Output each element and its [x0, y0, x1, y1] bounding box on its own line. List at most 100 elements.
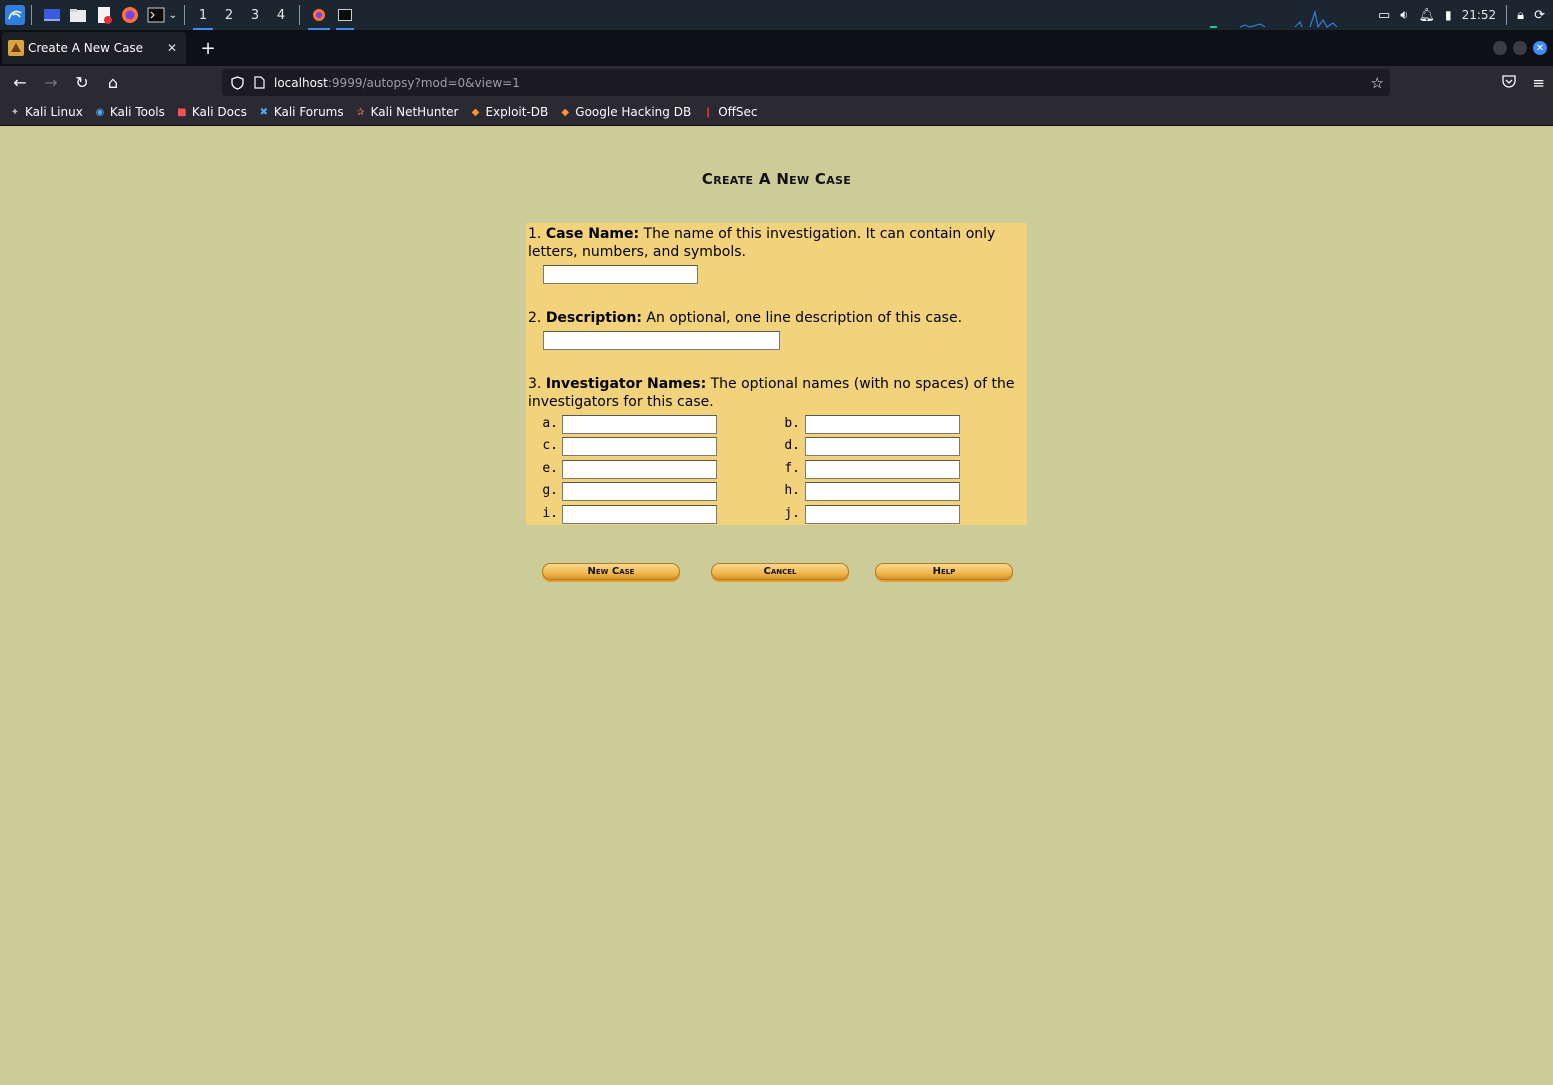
bookmark-kali-linux[interactable]: ✦ Kali Linux: [8, 105, 83, 119]
description-text: An optional, one line description of thi…: [646, 310, 963, 326]
page-title: Create A New Case: [701, 170, 852, 188]
url-host: localhost: [274, 75, 328, 90]
page-content: Create A New Case 1. Case Name: The name…: [0, 126, 1553, 1085]
pocket-icon[interactable]: [1502, 74, 1517, 92]
workspace-2[interactable]: 2: [216, 0, 242, 30]
investigator-j-input[interactable]: [805, 505, 960, 524]
workspace-3[interactable]: 3: [242, 0, 268, 30]
file-manager-icon[interactable]: [67, 4, 89, 26]
investigator-e-label: e.: [542, 461, 558, 476]
taskbar-firefox-window[interactable]: [305, 0, 333, 30]
investigator-b-input[interactable]: [805, 415, 960, 434]
investigator-i-label: i.: [542, 506, 558, 521]
taskbar-separator: [184, 5, 185, 25]
investigator-b-label: b.: [784, 416, 800, 431]
terminal-icon[interactable]: [145, 4, 167, 26]
investigator-d-label: d.: [784, 438, 800, 453]
browser-tab-strip: Create A New Case ✕ +: [0, 30, 1553, 66]
bookmarks-bar: ✦ Kali Linux ◉ Kali Tools ■ Kali Docs ✖ Kali…: [0, 99, 1553, 126]
investigator-g-label: g.: [542, 483, 558, 498]
bookmark-label: Kali Tools: [109, 105, 165, 119]
case-name-input[interactable]: [543, 265, 698, 284]
investigator-e-input[interactable]: [562, 460, 717, 479]
bookmark-kali-nethunter[interactable]: ✰ Kali NetHunter: [354, 105, 459, 119]
show-desktop-icon[interactable]: [41, 4, 63, 26]
firefox-icon[interactable]: [119, 4, 141, 26]
investigator-a-input[interactable]: [562, 415, 717, 434]
url-bar[interactable]: localhost:9999/autopsy?mod=0&view=1 ☆: [222, 69, 1390, 96]
ghdb-icon: ◆: [561, 106, 570, 118]
investigator-h-label: h.: [784, 483, 800, 498]
case-name-number: 1.: [528, 226, 542, 242]
investigator-h-input[interactable]: [805, 482, 960, 501]
kali-forums-icon: ✖: [259, 106, 269, 118]
bookmark-kali-forums[interactable]: ✖ Kali Forums: [257, 105, 344, 119]
kali-dragon-icon: ✦: [10, 106, 20, 118]
bookmark-star-icon[interactable]: ☆: [1371, 74, 1384, 92]
close-tab-icon[interactable]: ✕: [164, 41, 180, 55]
display-icon[interactable]: ▭: [1378, 8, 1390, 23]
workspace-1[interactable]: 1: [190, 0, 216, 30]
investigator-c-input[interactable]: [562, 437, 717, 456]
new-case-button[interactable]: New Case: [542, 563, 680, 580]
desktop-taskbar: ⌄ 1 2 3 4 ▭ 🔉︎ 🔔︎ ▮ 21:52 🔒︎ ⟳: [0, 0, 1553, 30]
bookmark-label: Kali Docs: [191, 105, 247, 119]
case-name-label: Case Name:: [545, 226, 640, 242]
bookmark-label: Kali NetHunter: [370, 105, 459, 119]
investigator-d-input[interactable]: [805, 437, 960, 456]
minimize-button[interactable]: [1493, 41, 1507, 55]
volume-icon[interactable]: 🔉︎: [1400, 8, 1408, 23]
investigator-a-label: a.: [542, 416, 558, 431]
text-editor-icon[interactable]: [93, 4, 115, 26]
notification-bell-icon[interactable]: 🔔︎: [1418, 8, 1435, 23]
home-button[interactable]: ⌂: [99, 69, 127, 97]
workspace-4[interactable]: 4: [268, 0, 294, 30]
bookmark-offsec[interactable]: ❙ OffSec: [701, 105, 758, 119]
help-button[interactable]: Help: [875, 563, 1013, 580]
exploit-db-icon: ◆: [471, 106, 480, 118]
taskbar-terminal-window[interactable]: [333, 0, 357, 30]
menu-hamburger-icon[interactable]: ≡: [1532, 74, 1545, 92]
close-window-button[interactable]: ✕: [1533, 41, 1547, 55]
description-input[interactable]: [543, 331, 780, 350]
battery-icon[interactable]: ▮: [1445, 8, 1452, 22]
taskbar-separator: [299, 5, 300, 25]
investigator-i-input[interactable]: [562, 505, 717, 524]
back-button[interactable]: ←: [6, 69, 34, 97]
shield-icon[interactable]: [230, 75, 244, 90]
description-instructions: 2. Description: An optional, one line de…: [528, 309, 1023, 327]
kali-tools-icon: ◉: [95, 106, 105, 118]
tab-create-new-case[interactable]: Create A New Case ✕: [2, 32, 186, 64]
lock-icon[interactable]: 🔒︎: [1517, 8, 1524, 23]
description-label: Description:: [545, 310, 642, 326]
new-tab-button[interactable]: +: [198, 38, 218, 59]
bookmark-label: Exploit-DB: [485, 105, 549, 119]
investigators-label: Investigator Names:: [545, 376, 707, 392]
taskbar-separator: [31, 5, 32, 25]
investigator-f-input[interactable]: [805, 460, 960, 479]
bookmark-label: Google Hacking DB: [575, 105, 692, 119]
network-graph: [1210, 9, 1338, 28]
bookmark-kali-tools[interactable]: ◉ Kali Tools: [93, 105, 165, 119]
maximize-button[interactable]: [1513, 41, 1527, 55]
cancel-button[interactable]: Cancel: [711, 563, 849, 580]
page-info-icon[interactable]: [252, 76, 266, 90]
investigator-j-label: j.: [784, 506, 800, 521]
bookmark-kali-docs[interactable]: ■ Kali Docs: [175, 105, 247, 119]
power-icon[interactable]: ⟳: [1534, 8, 1545, 23]
clock[interactable]: 21:52: [1462, 8, 1497, 22]
investigator-g-input[interactable]: [562, 482, 717, 501]
bookmark-exploit-db[interactable]: ◆ Exploit-DB: [468, 105, 549, 119]
bookmark-google-hacking-db[interactable]: ◆ Google Hacking DB: [558, 105, 691, 119]
chevron-down-icon[interactable]: ⌄: [167, 4, 179, 26]
reload-button[interactable]: ↻: [68, 69, 96, 97]
investigator-f-label: f.: [784, 461, 800, 476]
investigators-instructions: 3. Investigator Names: The optional name…: [528, 375, 1023, 411]
taskbar-separator: [1506, 5, 1508, 25]
bookmark-label: OffSec: [718, 105, 758, 119]
forward-button[interactable]: →: [37, 69, 65, 97]
bookmark-label: Kali Linux: [25, 105, 83, 119]
investigators-number: 3.: [528, 376, 542, 392]
kali-menu-icon[interactable]: [4, 4, 26, 26]
description-number: 2.: [528, 310, 542, 326]
